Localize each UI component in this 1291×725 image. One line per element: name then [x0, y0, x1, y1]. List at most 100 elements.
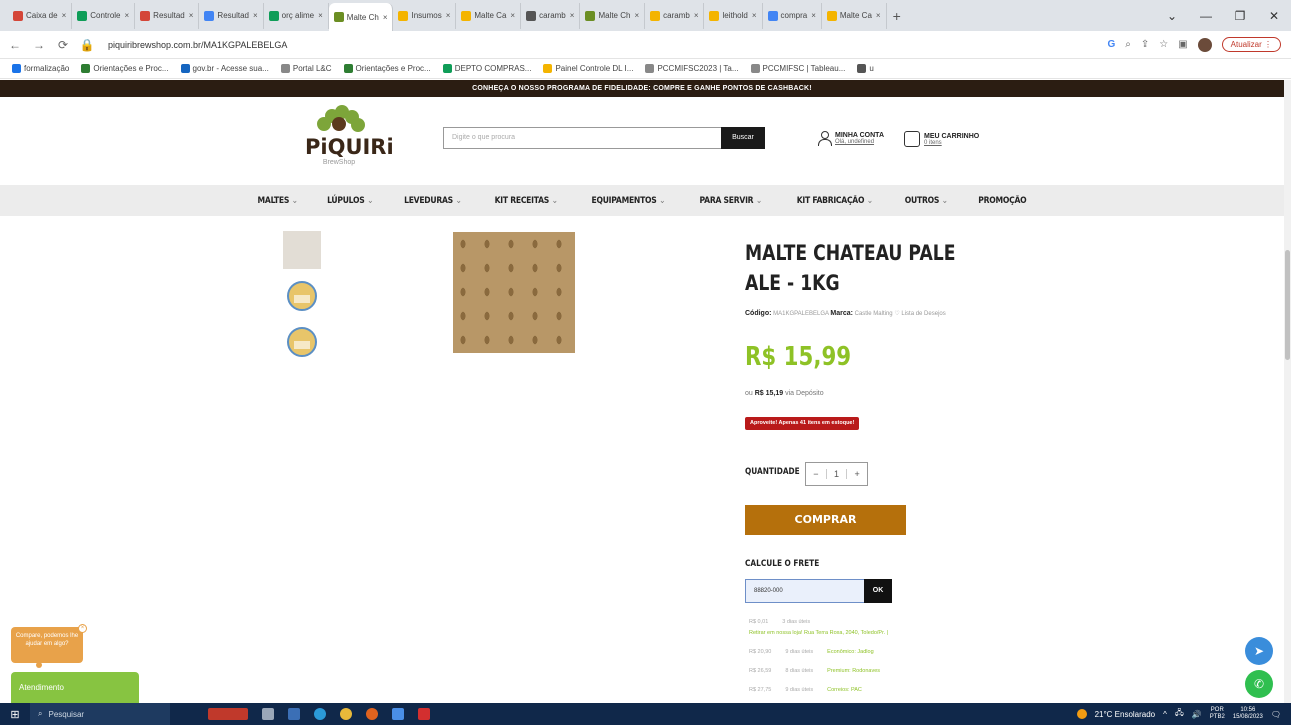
- attendance-button[interactable]: Atendimento: [11, 672, 139, 703]
- tab-close-icon[interactable]: ×: [318, 11, 323, 20]
- telegram-icon[interactable]: ➤: [1245, 637, 1273, 665]
- browser-tab[interactable]: Controle ×: [72, 2, 136, 29]
- browser-tab[interactable]: Malte Ch ×: [328, 3, 394, 31]
- menu-item[interactable]: PROMOÇÃO: [969, 196, 1036, 206]
- tab-search-icon[interactable]: ⌄: [1155, 9, 1189, 23]
- quantity-increase-button[interactable]: +: [847, 469, 867, 479]
- quantity-decrease-button[interactable]: −: [806, 469, 826, 479]
- quantity-stepper[interactable]: − 1 +: [805, 462, 868, 486]
- network-icon[interactable]: 🖧: [1175, 707, 1184, 721]
- shipping-pickup-row[interactable]: Retirar em nossa loja! Rua Terra Roxa, 2…: [749, 627, 888, 638]
- thumbnail-castle-badge-2[interactable]: [283, 323, 321, 361]
- tab-close-icon[interactable]: ×: [253, 11, 258, 20]
- url-field[interactable]: piquiribrewshop.com.br/MA1KGPALEBELGA: [108, 40, 1107, 50]
- page-scrollbar[interactable]: [1284, 80, 1291, 703]
- quantity-input[interactable]: 1: [825, 469, 848, 479]
- tab-close-icon[interactable]: ×: [876, 11, 881, 20]
- product-main-image[interactable]: [453, 232, 575, 353]
- sidepanel-icon[interactable]: ▣: [1178, 39, 1187, 50]
- browser-tab[interactable]: Malte Ca ×: [822, 2, 887, 29]
- share-icon[interactable]: ⇪: [1141, 39, 1149, 50]
- menu-item[interactable]: LEVEDURAS ⌄: [395, 196, 471, 206]
- browser-tab[interactable]: Caixa de ×: [8, 2, 73, 29]
- forward-arrow-icon[interactable]: →: [30, 38, 48, 52]
- tab-close-icon[interactable]: ×: [752, 11, 757, 20]
- bookmark-item[interactable]: Orientações e Proc...: [343, 64, 431, 73]
- taskbar-search[interactable]: ⌕ Pesquisar: [30, 703, 170, 725]
- cart-link[interactable]: MEU CARRINHO 0 itens: [904, 131, 979, 147]
- new-tab-button[interactable]: +: [893, 8, 901, 24]
- wishlist-link[interactable]: Lista de Desejos: [901, 311, 945, 317]
- browser-tab[interactable]: leithold ×: [704, 2, 763, 29]
- bookmark-item[interactable]: formalização: [12, 64, 69, 73]
- close-button[interactable]: ✕: [1257, 9, 1291, 23]
- weather-icon[interactable]: [1076, 709, 1087, 719]
- cep-input[interactable]: 88820-000: [745, 579, 865, 603]
- profile-avatar[interactable]: [1197, 37, 1212, 52]
- cart-count[interactable]: 0 itens: [924, 140, 979, 146]
- tray-overflow-icon[interactable]: ^: [1163, 710, 1167, 719]
- browser-tab[interactable]: Malte Ca ×: [456, 2, 522, 29]
- volume-icon[interactable]: 🔊: [1192, 710, 1202, 719]
- tab-close-icon[interactable]: ×: [446, 11, 451, 20]
- chat-bubble[interactable]: Compare, podemos lhe ajudar em algo?: [11, 627, 83, 663]
- update-button[interactable]: Atualizar ⋮: [1221, 37, 1281, 52]
- browser-tab[interactable]: orç alime ×: [264, 2, 329, 29]
- browser-tab[interactable]: compra ×: [763, 2, 822, 29]
- bookmark-item[interactable]: u: [857, 64, 874, 73]
- tab-close-icon[interactable]: ×: [62, 11, 67, 20]
- pdf-icon[interactable]: [418, 708, 430, 720]
- tab-close-icon[interactable]: ×: [694, 11, 699, 20]
- tab-close-icon[interactable]: ×: [189, 11, 194, 20]
- lock-icon[interactable]: 🔒: [78, 38, 96, 52]
- menu-item[interactable]: KIT FABRICAÇÃO ⌄: [787, 196, 882, 206]
- shipping-option[interactable]: R$ 26,59 8 dias úteis Premium: Rodonaves: [749, 665, 888, 676]
- tab-close-icon[interactable]: ×: [383, 13, 388, 22]
- task-view-icon[interactable]: [262, 708, 274, 720]
- thumbnail-grain[interactable]: [283, 231, 321, 269]
- reload-icon[interactable]: ⟳: [54, 38, 72, 52]
- firefox-icon[interactable]: [366, 708, 378, 720]
- thumbnail-castle-badge[interactable]: [283, 277, 321, 315]
- browser-tab[interactable]: caramb ×: [521, 2, 581, 29]
- language-indicator[interactable]: POR PTB2: [1210, 707, 1225, 721]
- back-arrow-icon[interactable]: ←: [6, 38, 24, 52]
- google-icon[interactable]: G: [1107, 39, 1115, 50]
- star-icon[interactable]: ☆: [1159, 39, 1168, 50]
- product-brand[interactable]: Castle Malting: [855, 311, 893, 317]
- chrome-icon[interactable]: [340, 708, 352, 720]
- bookmark-item[interactable]: PCCMIFSC | Tableau...: [750, 64, 845, 73]
- bookmark-item[interactable]: Orientações e Proc...: [81, 64, 169, 73]
- browser-tab[interactable]: Insumos ×: [393, 2, 457, 29]
- clock[interactable]: 10:56 15/08/2023: [1233, 707, 1263, 721]
- account-greeting[interactable]: Olá, undefined: [835, 139, 884, 145]
- maximize-button[interactable]: ❐: [1223, 9, 1257, 23]
- account-link[interactable]: MINHA CONTA Olá, undefined: [817, 131, 884, 146]
- shipping-option[interactable]: R$ 0,01 3 dias úteis: [749, 616, 888, 627]
- bookmark-item[interactable]: PCCMIFSC2023 | Ta...: [645, 64, 739, 73]
- browser-tab[interactable]: Malte Ch ×: [580, 2, 646, 29]
- whatsapp-icon[interactable]: ✆: [1245, 670, 1273, 698]
- site-logo[interactable]: PiQUIRi BrewShop: [305, 105, 394, 179]
- city-widget-icon[interactable]: [208, 708, 248, 720]
- menu-item[interactable]: KIT RECEITAS ⌄: [485, 196, 567, 206]
- minimize-button[interactable]: —: [1189, 9, 1223, 23]
- shipping-option[interactable]: R$ 27,75 9 dias úteis Correios: PAC: [749, 684, 888, 695]
- heart-icon[interactable]: ♡: [894, 311, 899, 317]
- menu-item[interactable]: MALTES ⌄: [248, 196, 307, 206]
- zoom-icon[interactable]: ⌕: [1125, 39, 1131, 50]
- tab-close-icon[interactable]: ×: [125, 11, 130, 20]
- bookmark-item[interactable]: Painel Controle DL I...: [543, 64, 633, 73]
- tab-close-icon[interactable]: ×: [570, 11, 575, 20]
- edge-icon[interactable]: [314, 708, 326, 720]
- menu-item[interactable]: PARA SERVIR ⌄: [690, 196, 771, 206]
- search-input[interactable]: Digite o que procura: [443, 127, 723, 149]
- chat-close-icon[interactable]: ×: [78, 624, 87, 633]
- menu-item[interactable]: EQUIPAMENTOS ⌄: [582, 196, 674, 206]
- freight-ok-button[interactable]: OK: [864, 579, 892, 603]
- search-button[interactable]: Buscar: [721, 127, 765, 149]
- menu-item[interactable]: OUTROS ⌄: [896, 196, 958, 206]
- browser-tab[interactable]: caramb ×: [645, 2, 705, 29]
- menu-item[interactable]: LÚPULOS ⌄: [318, 196, 383, 206]
- scrollbar-thumb[interactable]: [1285, 250, 1290, 360]
